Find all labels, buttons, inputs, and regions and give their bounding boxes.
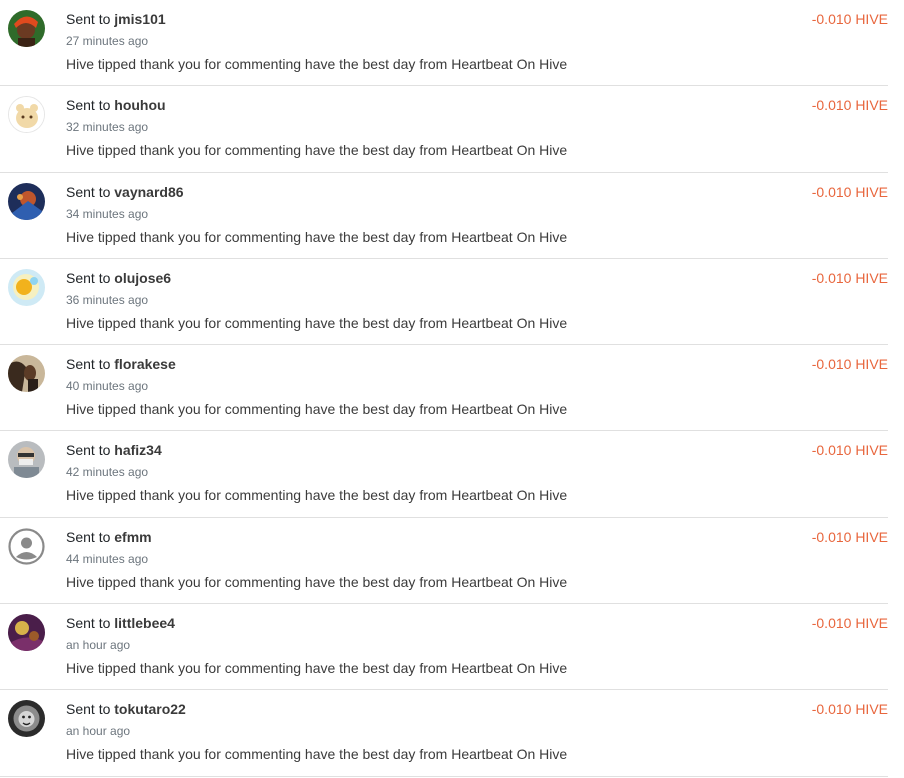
transfer-description: Sent to tokutaro22 — [66, 701, 186, 717]
transfer-row: Sent to jmis101 27 minutes ago Hive tipp… — [0, 0, 888, 87]
user-avatar-icon[interactable] — [8, 700, 45, 738]
transfer-amount: -0.010 HIVE — [811, 442, 888, 459]
transfer-prefix: Sent to — [66, 183, 111, 200]
transfer-time: 42 minutes ago — [66, 465, 149, 480]
transfer-prefix: Sent to — [66, 11, 111, 27]
transfer-description: Sent to jmis101 — [66, 11, 166, 27]
transfer-list: Sent to jmis101 27 minutes ago Hive tipp… — [0, 0, 904, 777]
transfer-memo: Hive tipped thank you for commenting hav… — [66, 660, 568, 677]
transfer-description: Sent to littlebee4 — [66, 615, 175, 631]
transfer-description: Sent to houhou — [66, 97, 166, 113]
recipient-link[interactable]: vaynard86 — [114, 184, 183, 200]
transfer-time: 34 minutes ago — [66, 206, 149, 221]
transfer-amount: -0.010 HIVE — [811, 701, 888, 718]
transfer-time: 40 minutes ago — [66, 379, 149, 394]
transfer-prefix: Sent to — [66, 356, 111, 373]
transfer-prefix: Sent to — [66, 528, 111, 545]
transfer-time: 27 minutes ago — [66, 34, 149, 48]
transfer-row: Sent to houhou 32 minutes ago Hive tippe… — [0, 86, 888, 173]
recipient-link[interactable]: efmm — [114, 529, 151, 545]
user-avatar-icon[interactable] — [8, 355, 45, 393]
transfer-prefix: Sent to — [66, 615, 111, 632]
transfer-description: Sent to florakese — [66, 356, 176, 372]
default-user-icon[interactable] — [8, 528, 45, 565]
recipient-link[interactable]: houhou — [114, 97, 165, 113]
transfer-prefix: Sent to — [66, 269, 111, 286]
transfer-row: Sent to hafiz34 42 minutes ago Hive tipp… — [0, 431, 888, 518]
recipient-link[interactable]: tokutaro22 — [114, 701, 186, 717]
transfer-time: an hour ago — [66, 638, 131, 653]
transfer-row: Sent to olujose6 36 minutes ago Hive tip… — [0, 259, 888, 346]
transfer-memo: Hive tipped thank you for commenting hav… — [66, 487, 568, 504]
transfer-amount: -0.010 HIVE — [811, 615, 888, 632]
transfer-time: 36 minutes ago — [66, 292, 149, 307]
transfer-memo: Hive tipped thank you for commenting hav… — [66, 56, 568, 72]
recipient-link[interactable]: littlebee4 — [114, 615, 175, 631]
transfer-description: Sent to hafiz34 — [66, 442, 162, 458]
transfer-prefix: Sent to — [66, 701, 111, 718]
transfer-description: Sent to vaynard86 — [66, 184, 184, 200]
transfer-memo: Hive tipped thank you for commenting hav… — [66, 228, 568, 245]
transfer-amount: -0.010 HIVE — [811, 11, 888, 27]
transfer-amount: -0.010 HIVE — [811, 528, 888, 545]
user-avatar-icon[interactable] — [8, 268, 45, 306]
recipient-link[interactable]: jmis101 — [114, 11, 165, 27]
transfer-time: 32 minutes ago — [66, 120, 149, 135]
user-avatar-icon[interactable] — [8, 10, 45, 47]
transfer-amount: -0.010 HIVE — [811, 269, 888, 286]
transfer-row: Sent to vaynard86 34 minutes ago Hive ti… — [0, 173, 888, 259]
transfer-description: Sent to olujose6 — [66, 270, 171, 286]
transfer-row: Sent to florakese 40 minutes ago Hive ti… — [0, 345, 888, 432]
transfer-amount: -0.010 HIVE — [811, 97, 888, 114]
user-avatar-icon[interactable] — [8, 441, 45, 479]
transfer-prefix: Sent to — [66, 442, 111, 459]
transfer-row: Sent to efmm 44 minutes ago Hive tipped … — [0, 518, 888, 605]
transfer-memo: Hive tipped thank you for commenting hav… — [66, 573, 568, 590]
user-avatar-icon[interactable] — [8, 96, 45, 134]
transfer-memo: Hive tipped thank you for commenting hav… — [66, 746, 568, 763]
transfer-memo: Hive tipped thank you for commenting hav… — [66, 142, 568, 159]
transfer-prefix: Sent to — [66, 97, 111, 114]
transfer-description: Sent to efmm — [66, 529, 152, 545]
transfer-amount: -0.010 HIVE — [811, 183, 888, 200]
transfer-amount: -0.010 HIVE — [811, 356, 888, 373]
user-avatar-icon[interactable] — [8, 182, 45, 220]
transfer-row: Sent to littlebee4 an hour ago Hive tipp… — [0, 604, 888, 691]
transfer-time: an hour ago — [66, 724, 131, 739]
transfer-memo: Hive tipped thank you for commenting hav… — [66, 401, 568, 418]
recipient-link[interactable]: olujose6 — [114, 270, 171, 286]
recipient-link[interactable]: hafiz34 — [114, 442, 161, 458]
transfer-memo: Hive tipped thank you for commenting hav… — [66, 314, 568, 331]
recipient-link[interactable]: florakese — [114, 356, 175, 372]
transfer-row: Sent to tokutaro22 an hour ago Hive tipp… — [0, 690, 888, 777]
user-avatar-icon[interactable] — [8, 614, 45, 652]
transfer-time: 44 minutes ago — [66, 551, 149, 566]
